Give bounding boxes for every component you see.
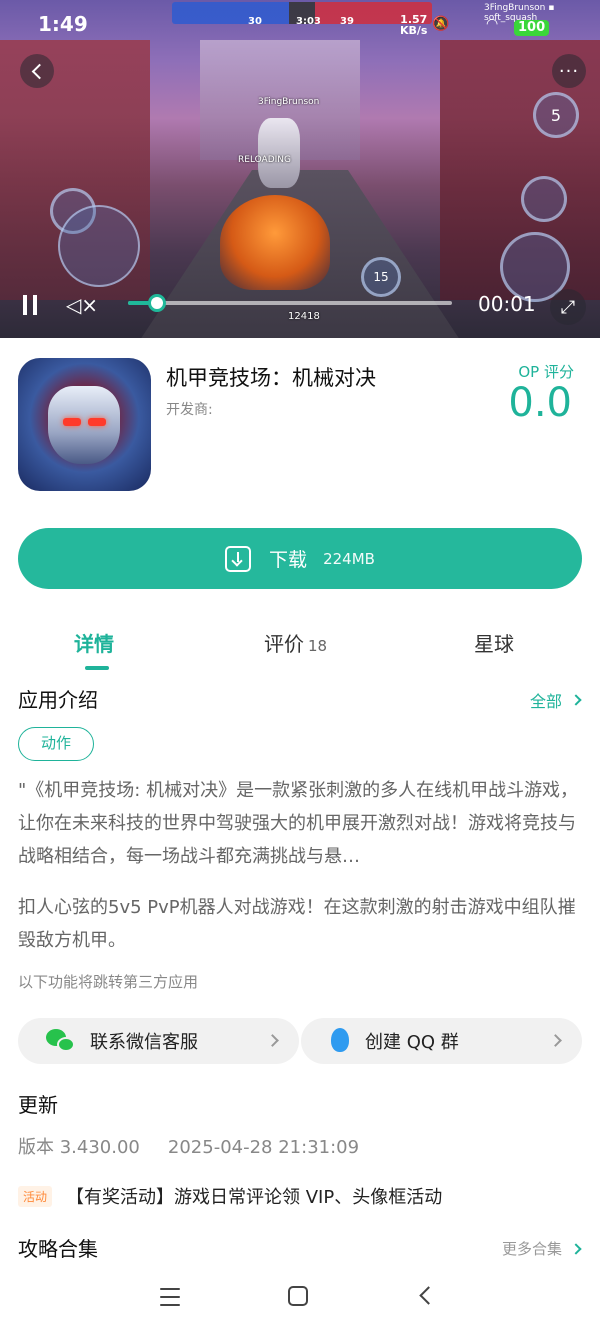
battery-indicator: 100	[514, 20, 550, 36]
chevron-right-icon	[549, 1034, 562, 1047]
back-nav-icon[interactable]	[419, 1286, 438, 1305]
rating-label: OP 评分	[518, 363, 574, 381]
pause-icon[interactable]	[12, 287, 48, 323]
hud-reloading-text: RELOADING	[238, 155, 292, 165]
enemy-mech	[258, 118, 300, 188]
fullscreen-icon[interactable]: ⤢	[550, 289, 586, 325]
team-blue-score: 30	[248, 16, 262, 27]
mute-bell-icon: 🔕	[432, 16, 450, 32]
download-size: 224MB	[323, 549, 375, 568]
app-icon	[18, 358, 151, 491]
player-mech	[220, 195, 330, 290]
create-qq-group-label: 创建 QQ 群	[365, 1032, 459, 1053]
recent-apps-icon[interactable]	[160, 1288, 180, 1306]
developer-label: 开发商:	[166, 402, 213, 418]
intro-all-label: 全部	[529, 692, 562, 711]
system-nav-bar	[0, 1268, 600, 1333]
wechat-support-button[interactable]: 联系微信客服	[18, 1018, 299, 1064]
update-section-title: 更新	[18, 1093, 58, 1117]
app-title: 机甲竞技场：机械对决	[166, 366, 376, 390]
tab-reviews-count: 18	[308, 637, 328, 655]
guides-section-title: 攻略合集	[18, 1237, 98, 1261]
mute-icon[interactable]: ◁×	[62, 287, 102, 323]
game-video-player[interactable]: 1:49 30 3:03 39 3FingBrunson ▪ soft_squa…	[0, 0, 600, 338]
create-qq-group-button[interactable]: 创建 QQ 群	[301, 1018, 582, 1064]
guides-more-label: 更多合集	[501, 1240, 562, 1258]
qq-icon	[329, 1028, 351, 1054]
version-info: 版本 3.430.00 2025-04-28 21:31:09	[18, 1133, 359, 1159]
team-red-score: 39	[340, 16, 354, 27]
guides-more-link[interactable]: 更多合集	[501, 1238, 582, 1259]
download-icon	[225, 545, 252, 572]
third-party-note: 以下功能将跳转第三方应用	[18, 973, 199, 991]
intro-section-title: 应用介绍	[18, 688, 98, 712]
mech-helmet-art	[48, 386, 120, 464]
back-icon[interactable]	[20, 54, 54, 88]
wechat-support-label: 联系微信客服	[90, 1032, 198, 1053]
intro-all-link[interactable]: 全部	[529, 688, 582, 712]
chevron-right-icon	[570, 1242, 582, 1255]
video-progress-track[interactable]	[128, 301, 452, 305]
event-badge: 活动	[18, 1186, 53, 1207]
wifi-icon: ◠	[486, 16, 499, 32]
game-cooldown-icon: 15	[361, 257, 401, 297]
detail-tabs: 详情 评价 18 星球	[0, 620, 600, 672]
more-options-icon[interactable]: ···	[552, 54, 586, 88]
tab-reviews[interactable]: 评价 18	[264, 628, 327, 657]
active-tab-indicator	[85, 666, 109, 670]
status-time: 1:49	[38, 12, 88, 36]
tab-planet[interactable]: 星球	[474, 628, 514, 657]
video-time: 00:01	[478, 292, 536, 316]
mech-eye-left	[63, 418, 81, 426]
network-speed: 1.57 KB/s	[400, 13, 428, 37]
tab-reviews-label: 评价	[264, 632, 304, 656]
game-grenade-icon: 5	[533, 92, 579, 138]
chevron-right-icon	[266, 1034, 279, 1047]
match-timer: 3:03	[296, 16, 321, 27]
download-label: 下载	[269, 549, 308, 571]
app-description: "《机甲竞技场: 机械对决》是一款紧张刺激的多人在线机甲战斗游戏，让你在未来科技…	[18, 780, 579, 867]
hud-ammo-count: 12418	[288, 311, 320, 322]
download-button[interactable]: 下载 224MB	[18, 528, 582, 589]
version-number: 版本 3.430.00	[18, 1137, 140, 1158]
home-icon[interactable]	[288, 1286, 308, 1306]
mech-eye-right	[88, 418, 106, 426]
hud-player-name: 3FingBrunson	[258, 97, 320, 107]
game-movement-pad-icon	[58, 205, 140, 287]
chevron-right-icon	[570, 694, 582, 706]
app-description-short: 扣人心弦的5v5 PvP机器人对战游戏！在这款刺激的射击游戏中组队摧毁敌方机甲。	[18, 897, 576, 951]
wechat-icon	[46, 1029, 76, 1053]
genre-tag[interactable]: 动作	[18, 727, 95, 761]
game-skill-icon	[521, 176, 567, 222]
rating-value: 0.0	[508, 380, 572, 426]
update-date: 2025-04-28 21:31:09	[167, 1137, 360, 1158]
video-progress-knob[interactable]	[148, 294, 166, 312]
tab-details[interactable]: 详情	[74, 628, 114, 657]
event-link[interactable]: 【有奖活动】游戏日常评论领 VIP、头像框活动	[66, 1183, 442, 1209]
